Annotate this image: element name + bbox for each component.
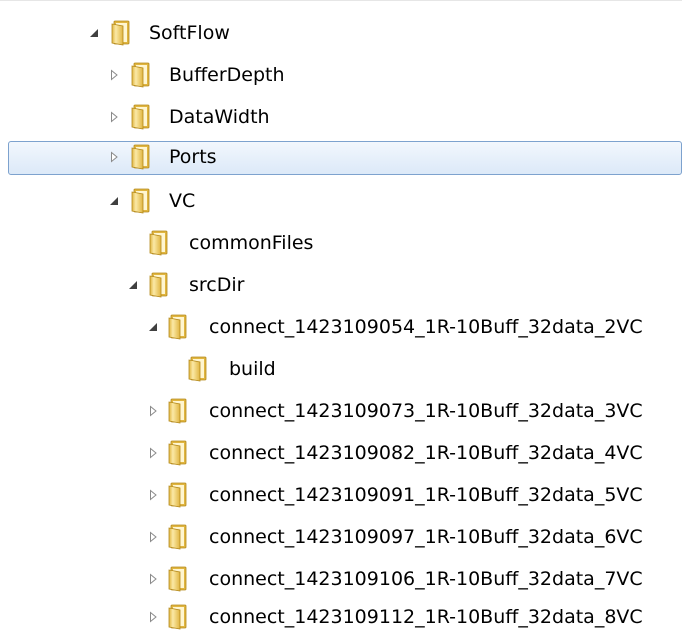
tree-item-label: DataWidth	[169, 106, 270, 128]
tree-item-connect-7vc[interactable]: connect_1423109106_1R-10Buff_32data_7VC	[0, 561, 682, 597]
folder-icon	[131, 104, 159, 130]
tree-item-label: connect_1423109073_1R-10Buff_32data_3VC	[209, 400, 643, 422]
expanded-triangle-icon[interactable]	[109, 195, 120, 207]
folder-icon	[168, 604, 196, 630]
tree-item-label: connect_1423109106_1R-10Buff_32data_7VC	[209, 568, 643, 590]
collapsed-triangle-icon[interactable]	[148, 489, 159, 501]
tree-item-label: connect_1423109054_1R-10Buff_32data_2VC	[209, 316, 643, 338]
top-divider	[0, 0, 682, 1]
tree-item-label: commonFiles	[189, 232, 314, 254]
collapsed-triangle-icon[interactable]	[109, 151, 120, 163]
tree-item-label: connect_1423109097_1R-10Buff_32data_6VC	[209, 526, 643, 548]
tree-item-label: connect_1423109082_1R-10Buff_32data_4VC	[209, 442, 643, 464]
folder-icon	[168, 524, 196, 550]
tree-item-label: connect_1423109112_1R-10Buff_32data_8VC	[209, 606, 643, 628]
tree-item-build[interactable]: build	[0, 351, 682, 387]
collapsed-triangle-icon[interactable]	[109, 111, 120, 123]
tree-item-vc[interactable]: VC	[0, 183, 682, 219]
tree-item-connect-4vc[interactable]: connect_1423109082_1R-10Buff_32data_4VC	[0, 435, 682, 471]
folder-icon	[168, 398, 196, 424]
expanded-triangle-icon[interactable]	[89, 27, 100, 39]
folder-icon	[168, 566, 196, 592]
tree-item-srcdir[interactable]: srcDir	[0, 267, 682, 303]
tree-item-label: BufferDepth	[169, 64, 285, 86]
folder-icon	[149, 272, 177, 298]
tree-item-label: connect_1423109091_1R-10Buff_32data_5VC	[209, 484, 643, 506]
collapsed-triangle-icon[interactable]	[148, 447, 159, 459]
folder-icon	[188, 356, 216, 382]
folder-icon	[111, 20, 139, 46]
folder-icon	[168, 482, 196, 508]
tree-item-bufferdepth[interactable]: BufferDepth	[0, 57, 682, 93]
tree-item-label: srcDir	[189, 274, 245, 296]
tree-item-label: SoftFlow	[149, 22, 230, 44]
tree-item-connect-8vc[interactable]: connect_1423109112_1R-10Buff_32data_8VC	[0, 599, 682, 635]
folder-tree: SoftFlow BufferDepth DataWidth Ports VC …	[0, 0, 682, 637]
expanded-triangle-icon[interactable]	[128, 279, 139, 291]
collapsed-triangle-icon[interactable]	[148, 573, 159, 585]
collapsed-triangle-icon[interactable]	[148, 405, 159, 417]
folder-icon	[168, 440, 196, 466]
tree-item-label: Ports	[169, 146, 217, 168]
expanded-triangle-icon[interactable]	[148, 321, 159, 333]
folder-icon	[168, 314, 196, 340]
tree-item-commonfiles[interactable]: commonFiles	[0, 225, 682, 261]
tree-item-datawidth[interactable]: DataWidth	[0, 99, 682, 135]
collapsed-triangle-icon[interactable]	[109, 69, 120, 81]
folder-icon	[131, 188, 159, 214]
tree-item-connect-3vc[interactable]: connect_1423109073_1R-10Buff_32data_3VC	[0, 393, 682, 429]
collapsed-triangle-icon[interactable]	[148, 531, 159, 543]
tree-item-softflow[interactable]: SoftFlow	[0, 15, 682, 51]
tree-item-connect-2vc[interactable]: connect_1423109054_1R-10Buff_32data_2VC	[0, 309, 682, 345]
folder-icon	[131, 62, 159, 88]
folder-icon	[149, 230, 177, 256]
collapsed-triangle-icon[interactable]	[148, 611, 159, 623]
tree-item-label: build	[229, 358, 276, 380]
tree-item-label: VC	[169, 190, 196, 212]
tree-item-ports[interactable]: Ports	[0, 139, 682, 175]
folder-icon	[131, 144, 159, 170]
tree-item-connect-5vc[interactable]: connect_1423109091_1R-10Buff_32data_5VC	[0, 477, 682, 513]
tree-item-connect-6vc[interactable]: connect_1423109097_1R-10Buff_32data_6VC	[0, 519, 682, 555]
